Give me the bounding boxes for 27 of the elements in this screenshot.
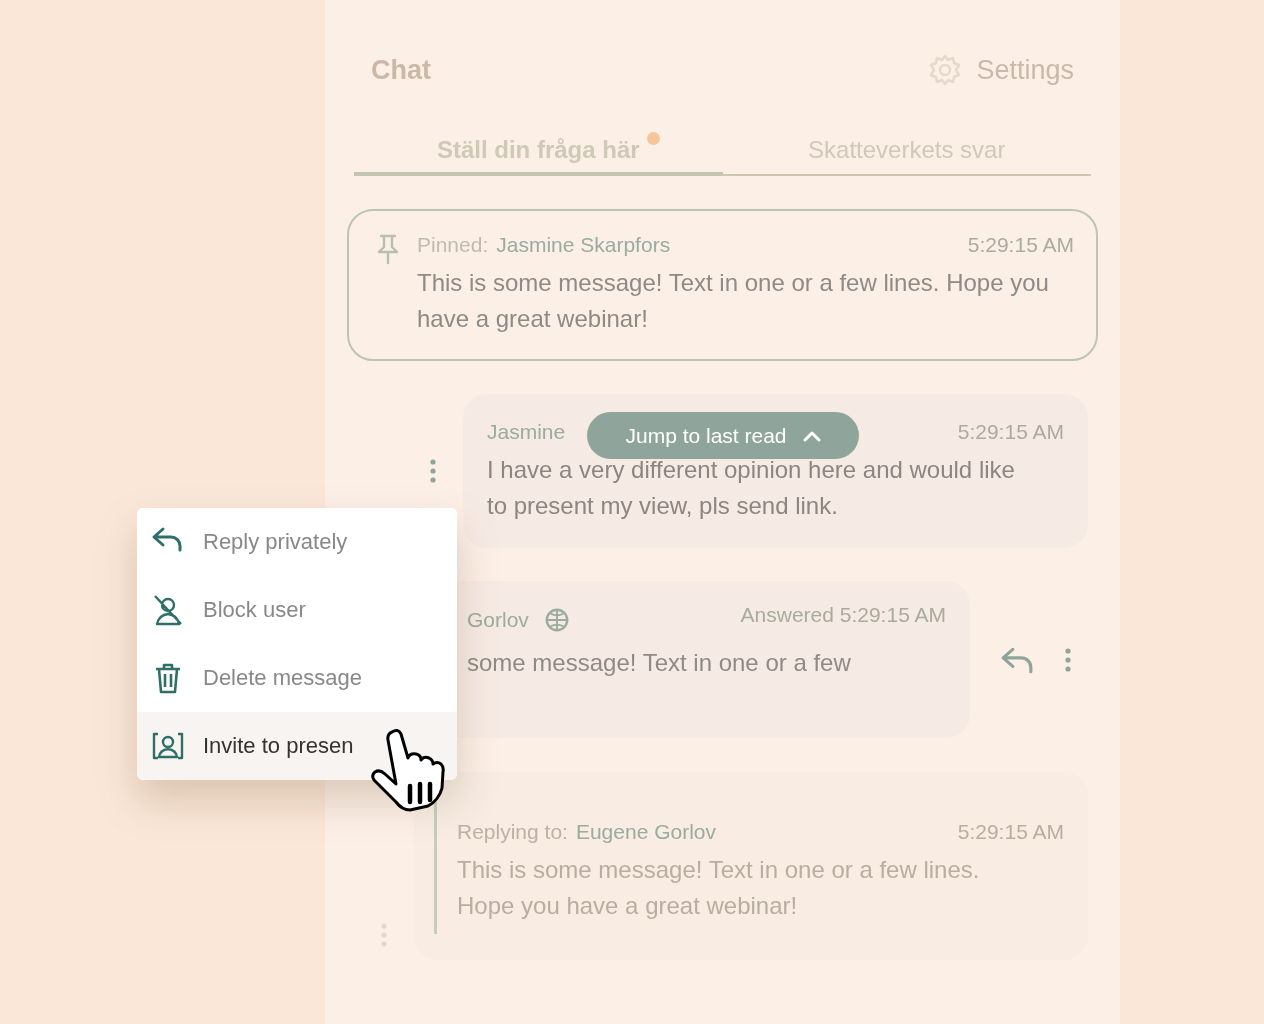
hand-pointer-icon (370, 726, 448, 812)
settings-icon (928, 53, 963, 87)
chat-title: Chat (371, 54, 431, 86)
jump-to-last-read-button[interactable]: Jump to last read (587, 412, 859, 459)
pin-icon (375, 233, 401, 265)
menu-item[interactable]: Invite to presen (137, 712, 457, 780)
timestamp: Answered 5:29:15 AM (740, 603, 946, 628)
menu-item[interactable]: Block user (137, 576, 457, 644)
author-name: Gorlov (467, 608, 529, 632)
more-icon[interactable] (380, 922, 388, 948)
message-text: This is some message! Text in one or a few lines. Hope you have a great webinar! (457, 855, 981, 921)
pinned-label: Pinned: (417, 233, 489, 257)
more-icon[interactable] (429, 458, 437, 484)
timestamp: 5:29:15 AM (957, 420, 1064, 444)
replying-label: Replying to: (457, 820, 568, 844)
timestamp: 5:29:15 AM (967, 233, 1074, 257)
menu-item[interactable]: Delete message (137, 644, 457, 712)
message-text: some message! Text in one or a few (467, 648, 852, 678)
menu-item[interactable]: Reply privately (137, 508, 457, 576)
chevron-up-icon (802, 429, 821, 442)
author-name: Eugene Gorlov (575, 820, 716, 844)
author-name: Jasmine (487, 420, 566, 444)
timestamp: 5:29:15 AM (957, 820, 1064, 844)
crossed-out-person-icon (151, 593, 185, 627)
author-name: Jasmine Skarpfors (496, 233, 671, 257)
more-icon[interactable] (1064, 646, 1072, 673)
message-text: This is some message! Text in one or a few lines. Hope you have a great webinar! (417, 268, 1050, 334)
